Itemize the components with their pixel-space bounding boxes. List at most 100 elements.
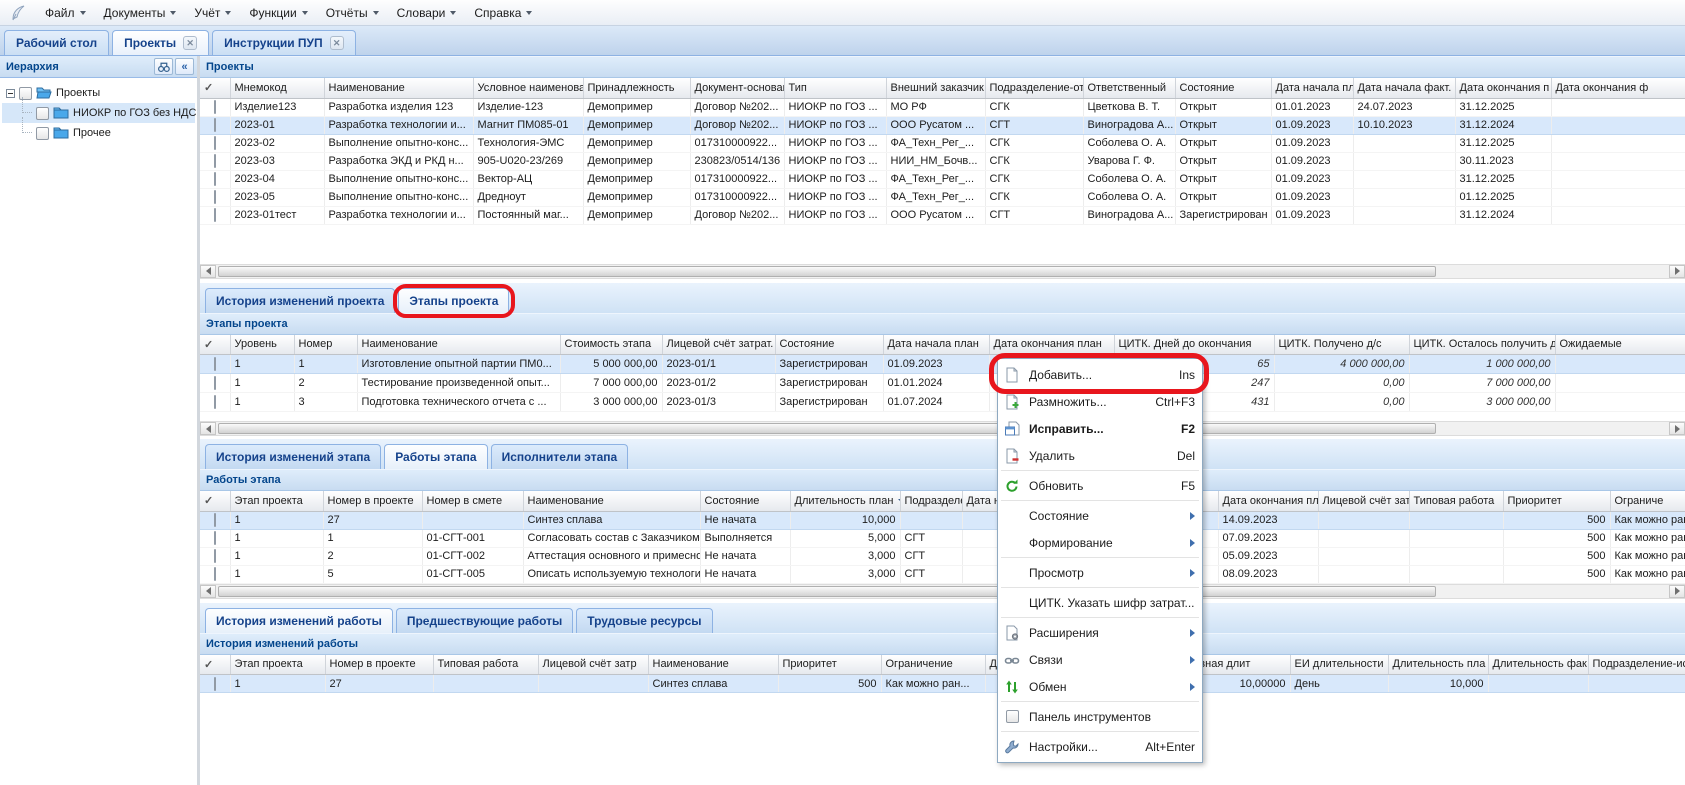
toolbar-checkbox[interactable] — [1006, 710, 1019, 723]
tree-checkbox[interactable] — [36, 127, 49, 140]
context-menu-item[interactable]: Обмен — [998, 673, 1202, 700]
context-menu-item[interactable]: Панель инструментов — [998, 703, 1202, 730]
collapse-panel-icon[interactable]: « — [175, 58, 194, 75]
tab-Трудовые ресурсы[interactable]: Трудовые ресурсы — [576, 608, 712, 633]
row-checkbox[interactable] — [214, 567, 216, 581]
context-menu-item[interactable]: Исправить...F2 — [998, 415, 1202, 442]
column-header[interactable]: Номер в проекте — [325, 655, 433, 675]
column-header[interactable]: Наименование — [648, 655, 778, 675]
scroll-right-button[interactable] — [1669, 265, 1685, 278]
tab-История изменений работы[interactable]: История изменений работы — [205, 608, 393, 633]
scrollbar-thumb[interactable] — [218, 266, 1436, 277]
column-header[interactable]: Уровень — [230, 335, 294, 355]
table-row[interactable]: 1501-СГТ-005Описать используемую техноло… — [200, 565, 1685, 583]
column-header[interactable]: Подразделение-ис — [1588, 655, 1685, 675]
row-checkbox[interactable] — [214, 118, 216, 132]
find-icon[interactable] — [154, 58, 173, 75]
tree-item[interactable]: Прочее — [2, 123, 195, 143]
column-header[interactable]: Подразделение-ис — [900, 491, 962, 511]
context-menu-item[interactable]: Формирование — [998, 529, 1202, 556]
context-menu-item[interactable]: Связи — [998, 646, 1202, 673]
column-header[interactable]: Типовая работа — [433, 655, 538, 675]
tab-История изменений проекта[interactable]: История изменений проекта — [205, 288, 395, 313]
tab-Предшествующие работы[interactable]: Предшествующие работы — [396, 608, 573, 633]
column-header[interactable]: Условное наименова — [473, 78, 583, 98]
table-row[interactable]: Изделие123Разработка изделия 123Изделие-… — [200, 98, 1685, 116]
row-checkbox[interactable] — [214, 376, 216, 390]
column-header[interactable]: Длительность пла — [1388, 655, 1488, 675]
table-row[interactable]: 2023-02Выполнение опытно-конс...Технолог… — [200, 134, 1685, 152]
column-header[interactable]: Тип — [784, 78, 886, 98]
column-header[interactable]: Ограниче — [1610, 491, 1685, 511]
column-header[interactable]: Длительность план — [790, 491, 900, 511]
table-row[interactable]: 2023-04Выполнение опытно-конс...Вектор-А… — [200, 170, 1685, 188]
row-checkbox[interactable] — [214, 100, 216, 114]
column-header[interactable]: Дата окончания п — [1455, 78, 1551, 98]
row-checkbox[interactable] — [214, 190, 216, 204]
menubar-item[interactable]: Файл — [36, 3, 95, 23]
row-checkbox[interactable] — [214, 136, 216, 150]
context-menu-item[interactable]: ОбновитьF5 — [998, 472, 1202, 499]
column-header[interactable]: Дата начала план — [883, 335, 989, 355]
column-header[interactable]: Состояние — [1175, 78, 1271, 98]
table-row[interactable]: 13Подготовка технического отчета с ...3 … — [200, 393, 1685, 412]
menubar-item[interactable]: Документы — [95, 3, 186, 23]
column-header[interactable]: ✓ — [200, 655, 230, 675]
menubar-item[interactable]: Учёт — [185, 3, 240, 23]
column-header[interactable]: ЦИТК. Дней до окончания — [1114, 335, 1274, 355]
column-header[interactable]: ✓ — [200, 78, 230, 98]
column-header[interactable]: Дата окончания план — [989, 335, 1114, 355]
column-header[interactable]: Номер — [294, 335, 357, 355]
expander-icon[interactable] — [6, 89, 15, 98]
column-header[interactable]: Дата окончания ф — [1551, 78, 1685, 98]
table-row[interactable]: 1101-СГТ-001Согласовать состав с Заказчи… — [200, 529, 1685, 547]
column-header[interactable]: Мнемокод — [230, 78, 324, 98]
scroll-left-button[interactable] — [200, 422, 216, 435]
column-header[interactable]: ЕИ длительности — [1290, 655, 1388, 675]
column-header[interactable]: Лицевой счёт затрат. — [662, 335, 775, 355]
scrollbar-thumb[interactable] — [218, 423, 1436, 434]
row-checkbox[interactable] — [214, 357, 216, 371]
row-checkbox[interactable] — [214, 208, 216, 222]
column-header[interactable]: Наименование — [523, 491, 700, 511]
column-header[interactable]: Номер в проекте — [323, 491, 422, 511]
column-header[interactable]: Наименование — [357, 335, 560, 355]
column-header[interactable]: ЦИТК. Осталось получить д/с — [1409, 335, 1555, 355]
scrollbar-thumb[interactable] — [218, 586, 1436, 597]
tab-Работы этапа[interactable]: Работы этапа — [384, 444, 487, 469]
table-row[interactable]: 2023-03Разработка ЭКД и РКД н...905-U020… — [200, 152, 1685, 170]
column-header[interactable]: Дата начала план. — [1271, 78, 1353, 98]
context-menu-item[interactable]: УдалитьDel — [998, 442, 1202, 469]
row-checkbox[interactable] — [214, 677, 216, 691]
column-header[interactable]: Ответственный — [1083, 78, 1175, 98]
context-menu-item[interactable]: ЦИТК. Указать шифр затрат... — [998, 589, 1202, 616]
column-header[interactable]: Приоритет — [778, 655, 881, 675]
column-header[interactable]: Внешний заказчик — [886, 78, 985, 98]
row-checkbox[interactable] — [214, 395, 216, 409]
menubar-item[interactable]: Функции — [240, 3, 316, 23]
column-header[interactable]: Лицевой счёт затр — [538, 655, 648, 675]
table-row[interactable]: 127Синтез сплаваНе начата10,00014.09.202… — [200, 511, 1685, 529]
tab-Инструкции ПУП[interactable]: Инструкции ПУП✕ — [212, 30, 355, 55]
table-row[interactable]: 1201-СГТ-002Аттестация основного и приме… — [200, 547, 1685, 565]
column-header[interactable]: Принадлежность — [583, 78, 690, 98]
tab-Рабочий стол[interactable]: Рабочий стол — [4, 30, 109, 55]
tab-Этапы проекта[interactable]: Этапы проекта — [398, 288, 509, 313]
column-header[interactable]: Типовая работа — [1409, 491, 1503, 511]
context-menu-item[interactable]: Расширения — [998, 619, 1202, 646]
column-header[interactable]: Ожидаемые — [1555, 335, 1685, 355]
context-menu-item[interactable]: Добавить...Ins — [998, 361, 1202, 388]
row-checkbox[interactable] — [214, 531, 216, 545]
column-header[interactable]: Лицевой счёт затр — [1318, 491, 1409, 511]
scroll-left-button[interactable] — [200, 585, 216, 598]
close-icon[interactable]: ✕ — [330, 36, 344, 50]
context-menu-item[interactable]: Размножить...Ctrl+F3 — [998, 388, 1202, 415]
column-header[interactable]: ✓ — [200, 491, 230, 511]
row-checkbox[interactable] — [214, 549, 216, 563]
column-header[interactable]: Документ-основан — [690, 78, 784, 98]
column-header[interactable]: Этап проекта — [230, 655, 325, 675]
table-row[interactable]: 12Тестирование произведенной опыт...7 00… — [200, 374, 1685, 393]
column-header[interactable]: Номер в смете — [422, 491, 523, 511]
scroll-right-button[interactable] — [1669, 585, 1685, 598]
column-header[interactable]: ЦИТК. Получено д/с — [1274, 335, 1409, 355]
